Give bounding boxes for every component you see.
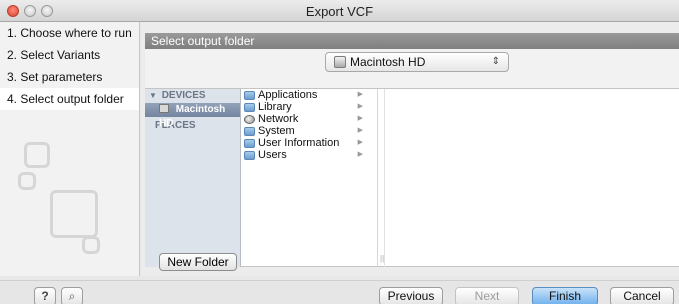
chevron-right-icon: ▶ xyxy=(357,139,363,146)
folder-name: Applications xyxy=(258,89,318,101)
folder-name: Users xyxy=(258,149,287,161)
decorative-square xyxy=(18,172,36,190)
sidebar-item-macintosh-hd[interactable]: Macintosh HD xyxy=(145,103,240,129)
dropdown-arrows-icon: ⇕ xyxy=(491,56,500,67)
step-select-output-folder: 4. Select output folder xyxy=(0,88,139,110)
step-select-variants: 2. Select Variants xyxy=(7,48,101,62)
decorative-square xyxy=(82,236,100,254)
window-title: Export VCF xyxy=(305,4,374,19)
finish-button[interactable]: Finish xyxy=(532,287,598,304)
devices-header[interactable]: ▼ DEVICES xyxy=(145,89,240,103)
location-dropdown[interactable]: Macintosh HD ⇕ xyxy=(325,52,509,72)
source-list: ▼ DEVICES Macintosh HD PLACES xyxy=(145,89,241,267)
decorative-square xyxy=(50,190,98,238)
search-button[interactable]: ⌕ xyxy=(61,287,83,304)
chevron-right-icon: ▶ xyxy=(357,127,363,134)
new-folder-button[interactable]: New Folder xyxy=(159,253,237,271)
folder-row-library[interactable]: Library ▶ xyxy=(242,101,377,113)
folder-icon xyxy=(244,127,255,136)
step-choose-where-to-run: 1. Choose where to run xyxy=(7,26,132,40)
network-globe-icon xyxy=(244,115,255,124)
folder-icon xyxy=(244,91,255,100)
folder-column: Applications ▶ Library ▶ Network ▶ Syste… xyxy=(242,89,378,267)
folder-icon xyxy=(244,103,255,112)
disclosure-triangle-icon: ▼ xyxy=(149,91,157,100)
folder-name: User Information xyxy=(258,137,340,149)
folder-row-user-information[interactable]: User Information ▶ xyxy=(242,137,377,149)
folder-name: Network xyxy=(258,113,299,125)
chevron-right-icon: ▶ xyxy=(357,103,363,110)
dialog-footer: ? ⌕ Previous Next Finish Cancel xyxy=(0,280,679,304)
hard-drive-icon xyxy=(159,104,169,113)
title-bar: Export VCF xyxy=(0,0,679,22)
section-header: Select output folder xyxy=(145,33,679,49)
chevron-right-icon: ▶ xyxy=(357,115,363,122)
browser-empty-column xyxy=(384,89,679,267)
folder-row-network[interactable]: Network ▶ xyxy=(242,113,377,125)
location-dropdown-value: Macintosh HD xyxy=(350,55,426,69)
step-set-parameters: 3. Set parameters xyxy=(7,70,103,84)
folder-row-applications[interactable]: Applications ▶ xyxy=(242,89,377,101)
folder-row-users[interactable]: Users ▶ xyxy=(242,149,377,161)
next-button[interactable]: Next xyxy=(455,287,519,304)
folder-icon xyxy=(244,139,255,148)
output-folder-panel: Select output folder Macintosh HD ⇕ ▼ DE… xyxy=(141,22,679,276)
chevron-right-icon: ▶ xyxy=(357,91,363,98)
magnifier-icon: ⌕ xyxy=(68,289,76,303)
decorative-square xyxy=(24,142,50,168)
path-bar: Macintosh HD ⇕ xyxy=(145,49,679,89)
chevron-right-icon: ▶ xyxy=(357,151,363,158)
folder-icon xyxy=(244,151,255,160)
wizard-steps-panel: 1. Choose where to run 2. Select Variant… xyxy=(0,22,140,276)
help-button[interactable]: ? xyxy=(34,287,56,304)
devices-label: DEVICES xyxy=(161,90,206,101)
folder-browser: ▼ DEVICES Macintosh HD PLACES Applicatio… xyxy=(145,89,679,267)
cancel-button[interactable]: Cancel xyxy=(610,287,674,304)
previous-button[interactable]: Previous xyxy=(379,287,443,304)
hard-drive-icon xyxy=(334,56,346,68)
folder-name: System xyxy=(258,125,295,137)
folder-name: Library xyxy=(258,101,292,113)
folder-row-system[interactable]: System ▶ xyxy=(242,125,377,137)
